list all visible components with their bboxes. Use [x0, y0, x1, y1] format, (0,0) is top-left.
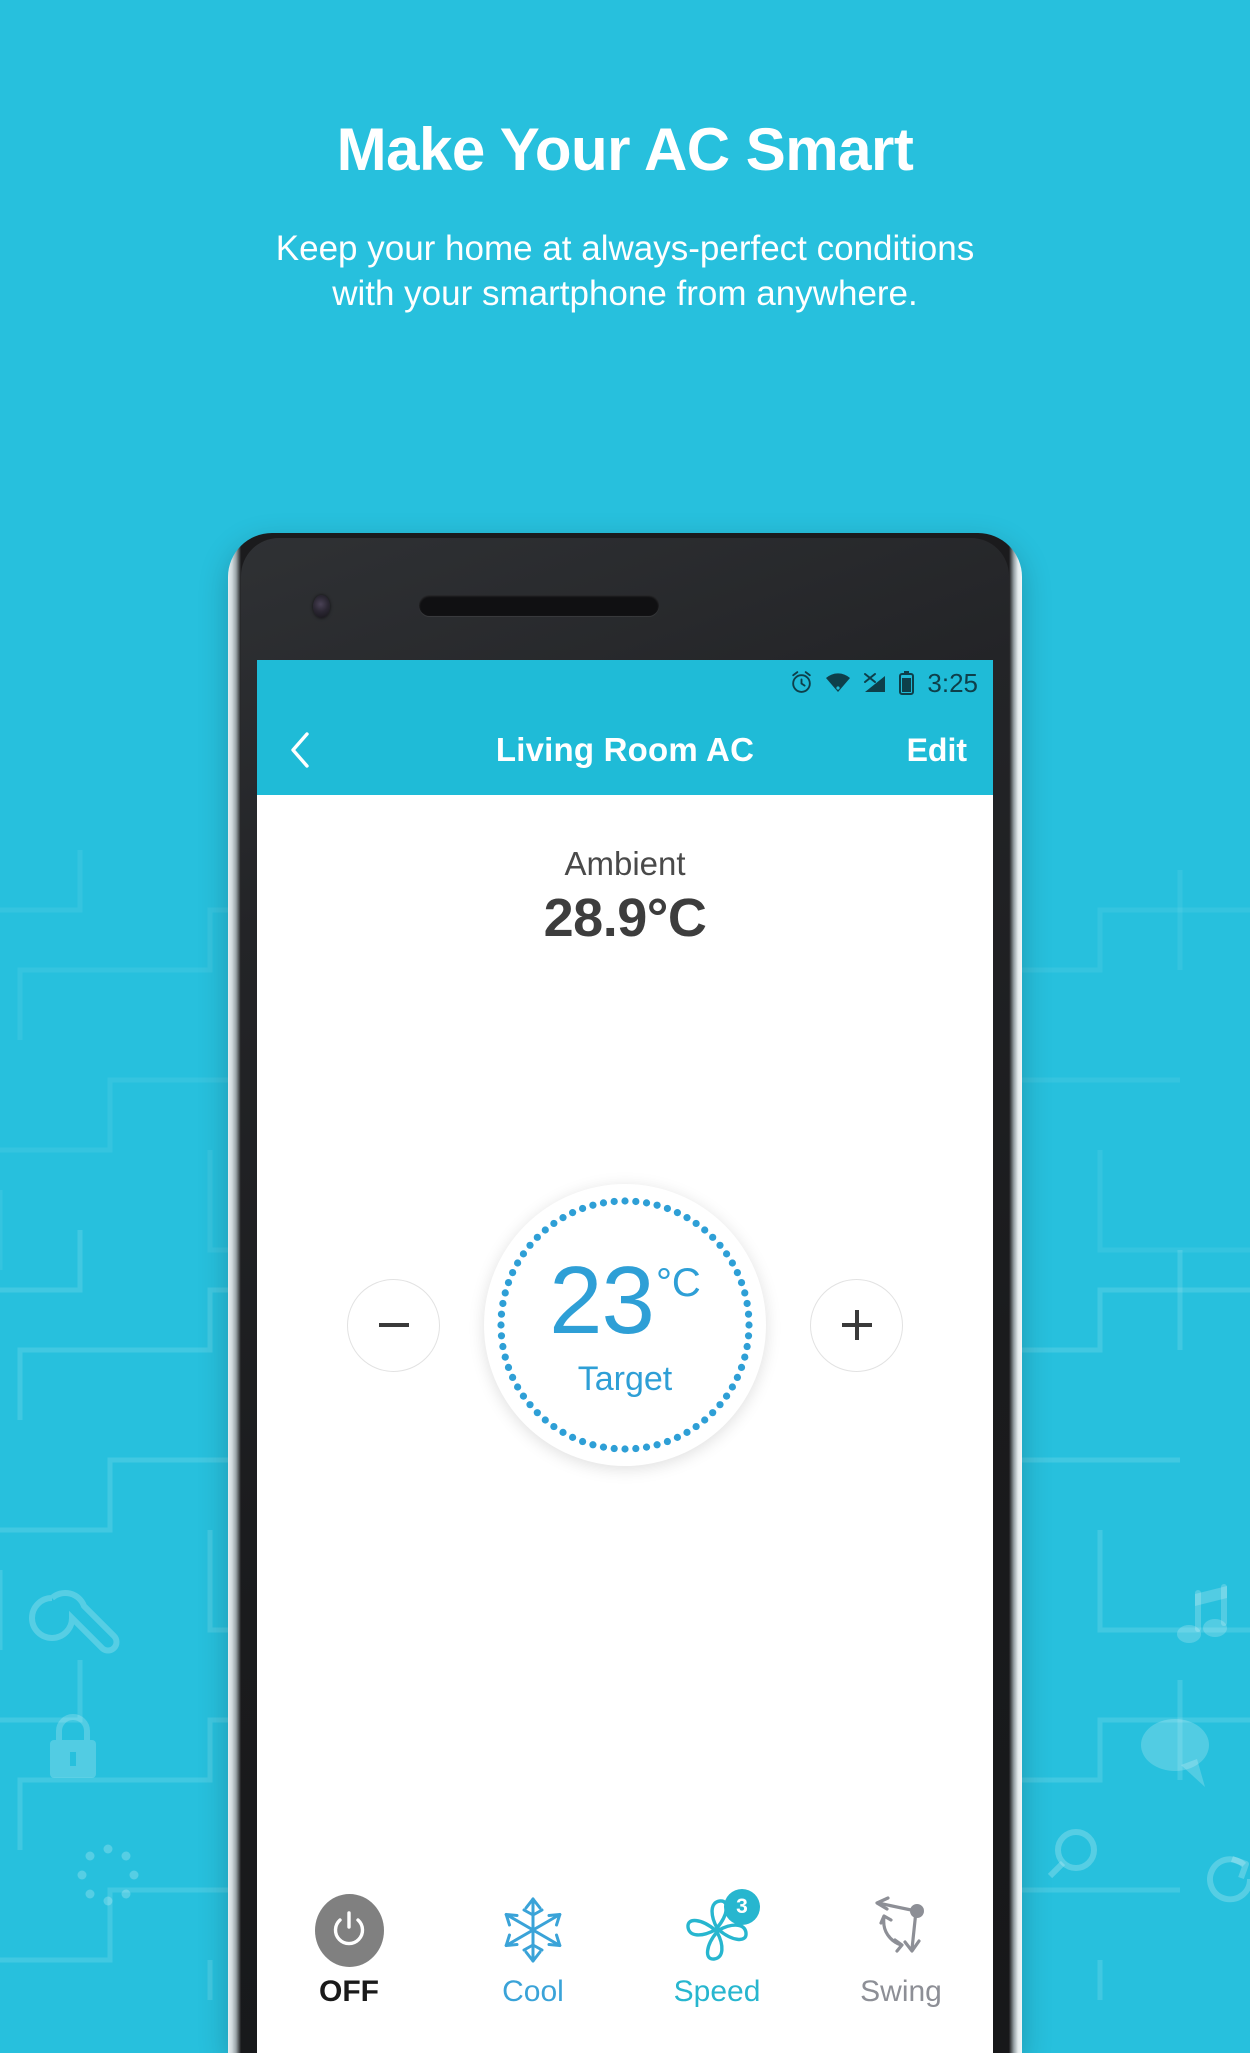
target-temperature-dial[interactable]: 23 °C Target	[484, 1184, 766, 1466]
content-card: Ambient 28.9°C 23 °C Target OFF Cool 3 S…	[257, 795, 993, 2053]
snowflake-icon	[504, 1897, 562, 1963]
cell-signal-off-icon	[864, 672, 886, 692]
music-note-icon	[1177, 1584, 1227, 1643]
plus-icon	[841, 1310, 872, 1340]
front-camera-icon	[313, 595, 330, 618]
chat-bubble-icon	[1141, 1719, 1209, 1787]
power-button-circle	[314, 1893, 384, 1967]
speed-badge: 3	[724, 1889, 760, 1925]
promo-subline: Keep your home at always-perfect conditi…	[0, 227, 1250, 317]
ambient-label: Ambient	[564, 845, 686, 882]
earpiece-speaker	[419, 595, 659, 616]
speed-control[interactable]: 3 Speed	[625, 1878, 809, 2053]
decrease-temperature-button[interactable]	[347, 1278, 440, 1372]
ambient-block: Ambient 28.9°C	[257, 795, 993, 949]
alarm-icon	[792, 671, 812, 693]
power-control-label: OFF	[319, 1975, 379, 2008]
search-icon	[1047, 1829, 1097, 1879]
edit-button[interactable]: Edit	[907, 732, 967, 769]
mode-glyph	[496, 1891, 570, 1969]
status-bar: 3:25	[257, 660, 993, 705]
lock-icon	[50, 1714, 96, 1778]
minus-icon	[378, 1323, 409, 1327]
power-glyph	[314, 1891, 384, 1969]
page-title: Living Room AC	[495, 731, 755, 768]
promo-headline: Make Your AC Smart	[336, 116, 914, 183]
promo-subline-line1: Keep your home at always-perfect conditi…	[275, 229, 975, 268]
battery-icon	[899, 670, 915, 695]
target-temperature-row: 23 °C Target	[257, 1175, 993, 1475]
loading-dots-icon	[77, 1844, 139, 1906]
swing-control-label: Swing	[860, 1975, 942, 2008]
phone-screen: 3:25 Living Room AC Edit Ambient 28.9°C	[257, 660, 993, 2053]
swing-glyph	[864, 1891, 938, 1969]
power-control[interactable]: OFF	[257, 1878, 441, 2053]
dial-dotted-ring	[497, 1197, 753, 1453]
control-bar: OFF Cool 3 Speed Swing	[257, 1878, 993, 2053]
promo-text-block: Make Your AC Smart Keep your home at alw…	[0, 0, 1250, 317]
wrench-icon	[29, 1589, 120, 1654]
speed-control-label: Speed	[673, 1975, 761, 2008]
app-bar: Living Room AC Edit	[257, 705, 993, 795]
ambient-temperature: 28.9°C	[543, 888, 707, 948]
mode-control-label: Cool	[502, 1975, 564, 2008]
power-icon	[333, 1911, 365, 1946]
refresh-icon	[1207, 1856, 1250, 1903]
swing-control[interactable]: Swing	[809, 1878, 993, 2053]
wifi-icon	[826, 672, 851, 692]
mode-control[interactable]: Cool	[441, 1878, 625, 2053]
phone-mockup: 3:25 Living Room AC Edit Ambient 28.9°C	[228, 533, 1022, 2053]
speed-glyph: 3	[680, 1889, 760, 1969]
status-clock: 3:25	[927, 667, 978, 698]
promo-subline-line2: with your smartphone from anywhere.	[332, 273, 918, 313]
increase-temperature-button[interactable]	[810, 1278, 903, 1372]
swing-icon	[875, 1896, 924, 1953]
